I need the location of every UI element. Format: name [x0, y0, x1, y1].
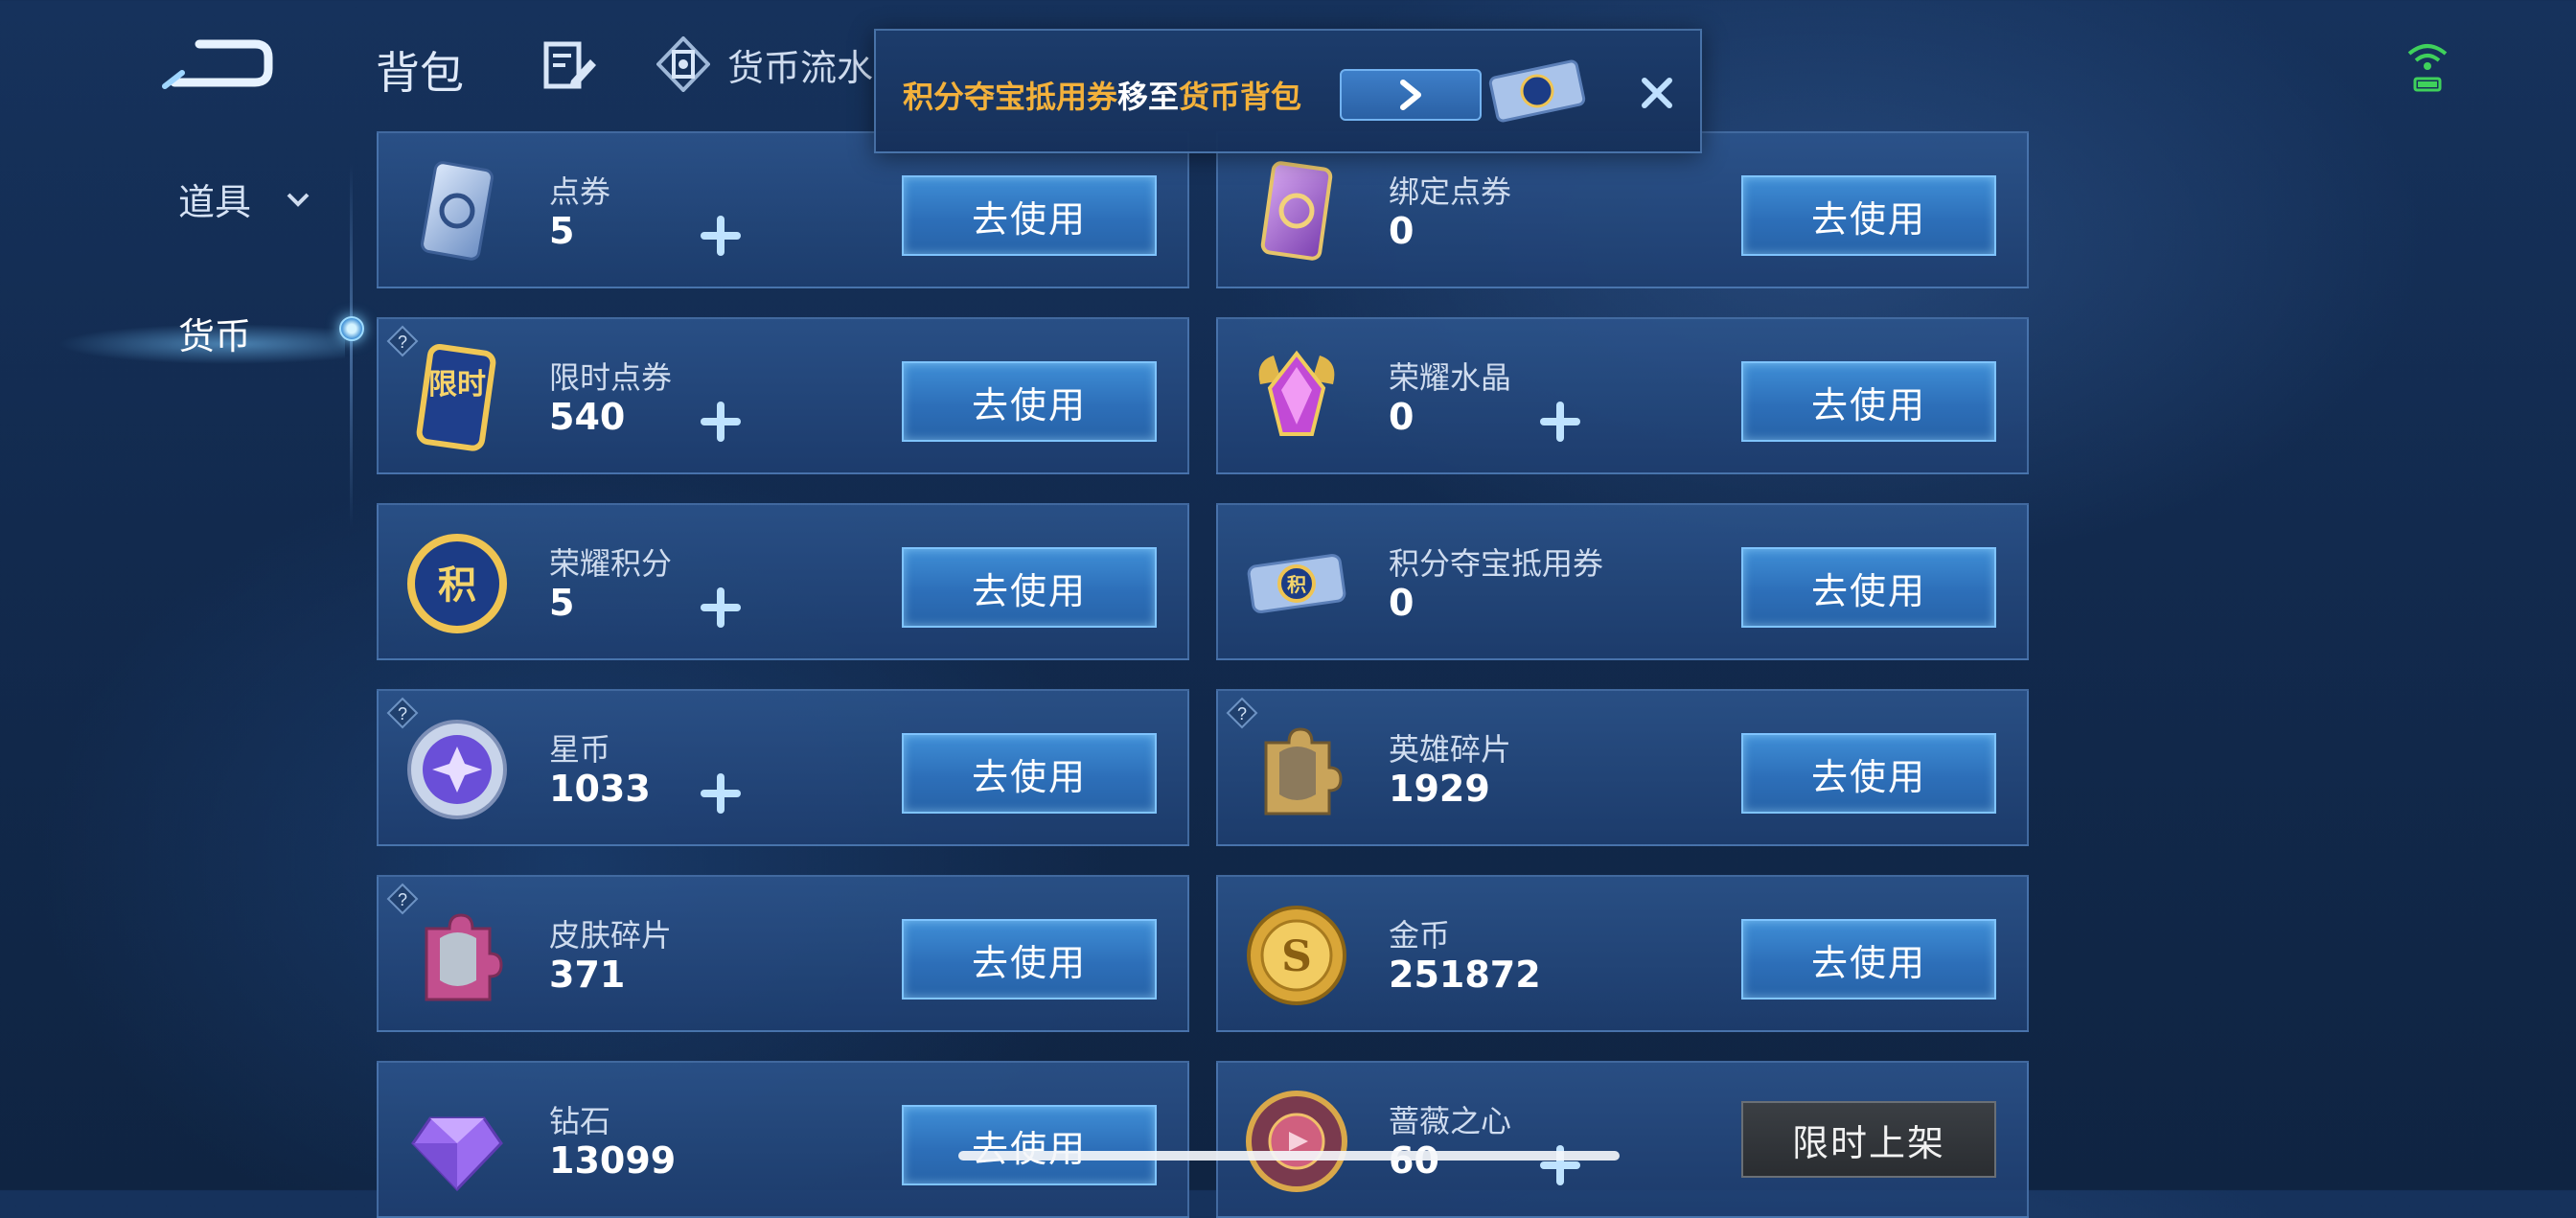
sidebar-item-props[interactable]: 道具: [178, 172, 310, 225]
currency-card: 蔷薇之心 60 限时上架: [1216, 1061, 2029, 1218]
svg-text:积: 积: [438, 563, 476, 608]
currency-card: 积 积分夺宝抵用券 0 去使用: [1216, 503, 2029, 660]
currency-name: 荣耀积分: [549, 545, 673, 582]
currency-card: ? 英雄碎片 1929 去使用: [1216, 689, 2029, 846]
skin-fragment-icon: [425, 913, 503, 1001]
add-icon[interactable]: [1534, 396, 1586, 448]
svg-text:限时: 限时: [428, 368, 486, 402]
chevron-down-icon: [287, 193, 310, 207]
add-icon[interactable]: [695, 768, 747, 819]
close-icon[interactable]: [1633, 69, 1681, 117]
toast-destination: 货币背包: [1179, 79, 1302, 115]
sidebar-item-currency[interactable]: 货币: [178, 307, 251, 359]
currency-count: 0: [1389, 210, 1414, 252]
currency-count: 371: [549, 954, 626, 996]
edit-icon[interactable]: [542, 40, 598, 90]
back-icon[interactable]: [161, 34, 274, 92]
currency-count: 1929: [1389, 768, 1490, 810]
toast-message: 积分夺宝抵用券移至货币背包: [903, 73, 1301, 117]
use-button[interactable]: 去使用: [1741, 175, 1996, 256]
currency-flow-label: 货币流水: [727, 46, 874, 89]
currency-card: ? 皮肤碎片 371 去使用: [377, 875, 1189, 1032]
svg-text:积: 积: [1287, 573, 1306, 596]
rose-heart-icon: [1246, 1091, 1347, 1192]
move-notification-toast: 积分夺宝抵用券移至货币背包: [874, 29, 1702, 153]
voucher-icon: 积: [1247, 554, 1346, 613]
add-icon[interactable]: [695, 210, 747, 262]
add-icon[interactable]: [1534, 1139, 1586, 1191]
add-icon[interactable]: [695, 396, 747, 448]
currency-count: 60: [1389, 1139, 1439, 1182]
use-button[interactable]: 去使用: [902, 175, 1157, 256]
go-arrow-button[interactable]: [1340, 69, 1482, 121]
currency-name: 钻石: [549, 1103, 611, 1139]
currency-name: 皮肤碎片: [549, 917, 673, 954]
currency-card: 绑定点券 0 去使用: [1216, 131, 2029, 288]
hero-fragment-icon: [1264, 727, 1343, 816]
currency-count: 0: [1389, 396, 1414, 438]
active-indicator-dot: [339, 316, 364, 341]
points-icon: 积: [407, 534, 507, 633]
currency-card: ? 限时 限时点券 540 去使用: [377, 317, 1189, 474]
sidebar-divider: [350, 163, 353, 527]
currency-name: 蔷薇之心: [1389, 1103, 1512, 1139]
sidebar-item-label: 货币: [178, 315, 252, 357]
arrow-right-icon: [1400, 80, 1421, 110]
use-button[interactable]: 去使用: [902, 361, 1157, 442]
bound-ticket-icon: [1260, 161, 1333, 261]
svg-text:S: S: [1281, 932, 1312, 981]
voucher-icon: [1488, 59, 1586, 123]
currency-count: 251872: [1389, 954, 1541, 996]
diamond-icon: [411, 1116, 503, 1192]
use-button[interactable]: 去使用: [902, 733, 1157, 814]
crystal-icon: [1258, 350, 1335, 436]
toast-item-name: 积分夺宝抵用券: [903, 79, 1118, 115]
currency-count: 0: [1389, 582, 1414, 624]
use-button[interactable]: 去使用: [1741, 733, 1996, 814]
ticket-icon: [421, 161, 494, 261]
use-button[interactable]: 去使用: [1741, 361, 1996, 442]
currency-card: S 金币 251872 去使用: [1216, 875, 2029, 1032]
currency-card: 点券 5 去使用: [377, 131, 1189, 288]
wifi-battery-icon: [2407, 44, 2448, 92]
sidebar: 道具 货币: [0, 134, 355, 1190]
currency-flow-icon: [656, 36, 710, 92]
use-button[interactable]: 去使用: [902, 919, 1157, 1000]
currency-name: 金币: [1389, 917, 1451, 954]
use-button[interactable]: 去使用: [902, 1105, 1157, 1185]
currency-card: 荣耀水晶 0 去使用: [1216, 317, 2029, 474]
currency-name: 荣耀水晶: [1389, 359, 1512, 396]
use-button[interactable]: 去使用: [1741, 547, 1996, 628]
sidebar-item-label: 道具: [178, 181, 252, 223]
currency-count: 1033: [549, 768, 651, 810]
page-title: 背包: [376, 47, 464, 99]
currency-count: 13099: [549, 1139, 677, 1182]
add-icon[interactable]: [695, 582, 747, 633]
gold-coin-icon: S: [1247, 906, 1346, 1005]
limited-release-button[interactable]: 限时上架: [1741, 1101, 1996, 1178]
use-button[interactable]: 去使用: [1741, 919, 1996, 1000]
home-indicator[interactable]: [958, 1151, 1620, 1161]
currency-name: 英雄碎片: [1389, 731, 1512, 768]
currency-count: 540: [549, 396, 626, 438]
currency-name: 绑定点券: [1389, 173, 1512, 210]
currency-name: 积分夺宝抵用券: [1389, 545, 1604, 582]
currency-count: 5: [549, 582, 575, 624]
currency-name: 星币: [549, 731, 611, 768]
toast-verb: 移至: [1117, 79, 1180, 115]
currency-card: 积 荣耀积分 5 去使用: [377, 503, 1189, 660]
star-coin-icon: [407, 720, 507, 819]
limited-ticket-icon: 限时: [416, 344, 496, 451]
currency-card: 钻石 13099 去使用: [377, 1061, 1189, 1218]
use-button[interactable]: 去使用: [902, 547, 1157, 628]
currency-name: 限时点券: [549, 359, 673, 396]
tab-currency-flow[interactable]: 货币流水: [656, 36, 873, 92]
currency-count: 5: [549, 210, 575, 252]
currency-name: 点券: [549, 173, 611, 210]
currency-card: ? 星币 1033 去使用: [377, 689, 1189, 846]
